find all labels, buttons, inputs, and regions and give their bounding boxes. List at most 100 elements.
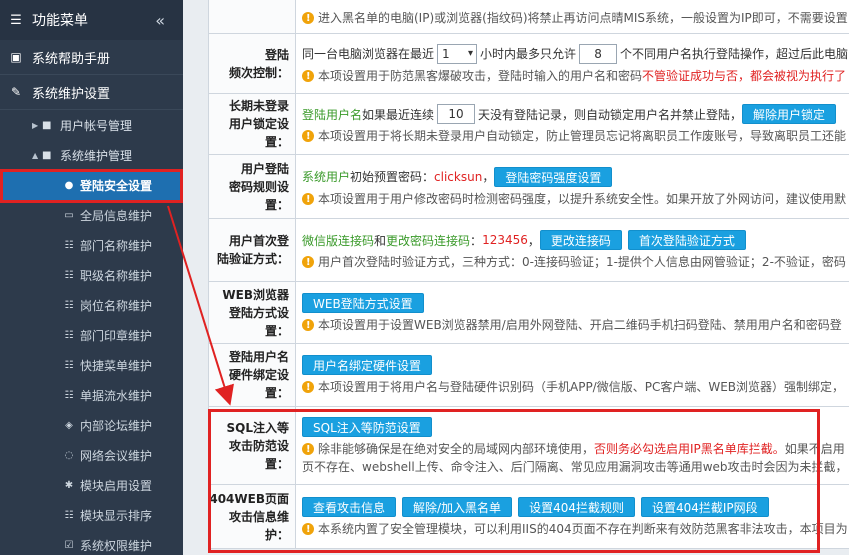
sql-injection-button[interactable]: SQL注入等防范设置 <box>302 416 432 437</box>
gear-icon: ✱ <box>64 479 74 491</box>
hint-text: 本系统内置了安全管理模块，可以利用IIS的404页面不存在判断来有效防范黑客非法… <box>318 521 848 536</box>
share-icon: ◈ <box>65 419 73 431</box>
blacklist-button[interactable]: 解除/加入黑名单 <box>402 496 513 517</box>
menu-icon: ☰ <box>10 12 22 28</box>
password-strength-button[interactable]: 登陆密码强度设置 <box>494 166 613 187</box>
label-line2: 攻击信息维护： <box>228 509 289 542</box>
sidebar-item-meeting[interactable]: ◌ 网络会议维护 <box>0 440 183 470</box>
row-login-frequency: 登陆 频次控制： 同一台电脑浏览器在最近 1 小时内最多只允许 8 个不同用户名… <box>209 34 849 94</box>
sidebar-item-label: 单据流水维护 <box>80 388 153 403</box>
wrench-icon: ✎ <box>10 85 22 99</box>
row-controls: 微信版连接码 和 更改密码连接码 ： 123456 ， 更改连接码 首次登陆验证… <box>302 229 849 251</box>
collapse-icon[interactable]: « <box>155 11 165 30</box>
hardware-binding-button[interactable]: 用户名绑定硬件设置 <box>302 355 433 375</box>
row-content: 同一台电脑浏览器在最近 1 小时内最多只允许 8 个不同用户名执行登陆操作，超过… <box>296 34 849 93</box>
sidebar-item-label: 快捷菜单维护 <box>80 358 153 373</box>
row-hint: 本系统内置了安全管理模块，可以利用IIS的404页面不存在判断来有效防范黑客非法… <box>302 520 849 539</box>
hint-text: 用户首次登陆时验证方式，三种方式：0-连接码验证；1-提供个人信息由网管验证；2… <box>318 255 846 269</box>
globe-icon: ● <box>64 179 74 191</box>
sidebar-item-post-name[interactable]: ☷ 岗位名称维护 <box>0 290 183 320</box>
row-controls: SQL注入等防范设置 <box>302 416 849 438</box>
list-icon: ☷ <box>64 389 74 401</box>
sidebar-item-module-order[interactable]: ☷ 模块显示排序 <box>0 500 183 530</box>
row-content: 微信版连接码 和 更改密码连接码 ： 123456 ， 更改连接码 首次登陆验证… <box>296 219 849 281</box>
row-hardware-binding: 登陆用户名 硬件绑定设置： 用户名绑定硬件设置 本项设置用于将用户名与登陆硬件识… <box>209 344 849 407</box>
label-line1: 404WEB页面 <box>209 491 289 506</box>
sidebar-item-login-security[interactable]: ● 登陆安全设置 <box>0 170 183 200</box>
sidebar-group-user-accounts[interactable]: ▶ ■ 用户帐号管理 <box>0 110 183 140</box>
label-line1: 用户登陆 <box>240 161 289 176</box>
text: ： <box>470 233 483 248</box>
hours-select[interactable]: 1 <box>437 43 478 64</box>
text: 小时内最多只允许 <box>480 47 577 61</box>
hint-warning: 否则务必勾选启用IP黑名单库拦截。 <box>594 441 785 456</box>
sidebar-item-dept-seal[interactable]: ☷ 部门印章维护 <box>0 320 183 350</box>
inactive-days-input[interactable]: 10 <box>437 104 476 124</box>
sidebar-item-shortcut-menu[interactable]: ☷ 快捷菜单维护 <box>0 350 183 380</box>
sidebar-item-help[interactable]: ▣ 系统帮助手册 <box>0 40 183 75</box>
bulb-icon <box>302 254 314 272</box>
sidebar-item-label: 系统维护设置 <box>32 86 111 102</box>
row-controls: 查看攻击信息 解除/加入黑名单 设置404拦截规则 设置404拦截IP网段 <box>302 496 849 518</box>
hint-warning: 不管验证成功与否，都会被视为执行了 <box>642 68 847 83</box>
404-ip-range-button[interactable]: 设置404拦截IP网段 <box>640 496 769 517</box>
row-hint: 本项设置用于防范黑客爆破攻击，登陆时输入的用户名和密码不管验证成功与否，都会被视… <box>302 67 849 86</box>
row-content: 用户名绑定硬件设置 本项设置用于将用户名与登陆硬件识别码（手机APP/微信版、P… <box>296 344 849 406</box>
web-login-method-button[interactable]: WEB登陆方式设置 <box>302 292 424 313</box>
label-line2: 频次控制： <box>228 65 289 80</box>
unlock-user-button[interactable]: 解除用户锁定 <box>742 104 837 124</box>
sidebar-item-module-enable[interactable]: ✱ 模块启用设置 <box>0 470 183 500</box>
text: 个不同用户名执行登陆操作，超过后此电脑 <box>620 47 849 61</box>
row-first-login: 用户首次登 陆验证方式： 微信版连接码 和 更改密码连接码 ： 123456 ，… <box>209 219 849 282</box>
sidebar-header: ☰ 功能菜单 « <box>0 0 183 40</box>
bulb-icon <box>302 317 314 335</box>
label-line1: 用户首次登 <box>228 234 289 248</box>
sidebar-item-doc-serial[interactable]: ☷ 单据流水维护 <box>0 380 183 410</box>
row-label: WEB浏览器 登陆方式设置： <box>209 282 296 343</box>
first-login-method-button[interactable]: 首次登陆验证方式 <box>627 230 746 250</box>
label-line2: 硬件绑定设置： <box>228 368 289 400</box>
row-content: 系统用户 初始预置密码： clicksun ， 登陆密码强度设置 本项设置用于用… <box>296 155 849 218</box>
row-hint-line2: 页不存在、webshell上传、命令注入、后门隔离、常见应用漏洞攻击等通用web… <box>302 458 849 476</box>
list-icon: ☷ <box>64 359 74 371</box>
row-404-attack: 404WEB页面 攻击信息维护： 查看攻击信息 解除/加入黑名单 设置404拦截… <box>209 485 849 549</box>
bulb-icon <box>302 441 314 459</box>
text: ， <box>527 233 540 248</box>
sidebar-item-rank-name[interactable]: ☷ 职级名称维护 <box>0 260 183 290</box>
sidebar-item-label: 全局信息维护 <box>80 208 153 223</box>
hint-text: 本项设置用于将用户名与登陆硬件识别码（手机APP/微信版、PC客户端、WEB浏览… <box>318 380 845 394</box>
change-code-button[interactable]: 更改连接码 <box>539 230 622 250</box>
sidebar-item-label: 部门印章维护 <box>80 328 153 343</box>
sidebar-item-maintenance[interactable]: ✎ 系统维护设置 <box>0 75 183 110</box>
row-sql-injection: SQL注入等 攻击防范设置： SQL注入等防范设置 除非能够确保是在绝对安全的局… <box>209 407 849 485</box>
check-icon: ☑ <box>64 539 74 551</box>
sidebar-item-label: 系统帮助手册 <box>32 51 111 67</box>
row-blacklist: 进入黑名单的电脑(IP)或浏览器(指纹码)将禁止再访问点晴MIS系统，一般设置为… <box>209 0 849 34</box>
text: 和 <box>374 233 387 248</box>
row-label: 404WEB页面 攻击信息维护： <box>209 485 296 548</box>
hint-text: 除非能够确保是在绝对安全的局域网内部环境使用， <box>318 441 595 456</box>
chat-icon: ◌ <box>64 449 74 461</box>
sidebar-item-forum[interactable]: ◈ 内部论坛维护 <box>0 410 183 440</box>
default-password: clicksun <box>434 169 483 184</box>
sidebar-title: 功能菜单 <box>32 13 88 29</box>
max-users-input[interactable]: 8 <box>579 43 618 64</box>
sidebar-group-system-maintenance[interactable]: ▲ ■ 系统维护管理 <box>0 140 183 170</box>
sidebar-item-dept-name[interactable]: ☷ 部门名称维护 <box>0 230 183 260</box>
label-line2: 密码规则设置： <box>228 179 289 212</box>
sidebar-item-permissions[interactable]: ☑ 系统权限维护 <box>0 530 183 555</box>
row-hint: 本项设置用于用户修改密码时检测密码强度，以提升系统安全性。如果开放了外网访问，建… <box>302 190 849 209</box>
row-controls: 同一台电脑浏览器在最近 1 小时内最多只允许 8 个不同用户名执行登陆操作，超过… <box>302 43 849 65</box>
text: 初始预置密码： <box>350 170 435 184</box>
row-content: 进入黑名单的电脑(IP)或浏览器(指纹码)将禁止再访问点晴MIS系统，一般设置为… <box>296 0 849 33</box>
label-line2: 用户锁定设置： <box>228 117 289 149</box>
hint-text: 页不存在、webshell上传、命令注入、后门隔离、常见应用漏洞攻击等通用web… <box>302 459 848 474</box>
sidebar-item-label: 内部论坛维护 <box>80 418 153 433</box>
monitor-icon: ▭ <box>64 209 74 221</box>
view-attacks-button[interactable]: 查看攻击信息 <box>302 496 397 517</box>
sidebar-item-global-info[interactable]: ▭ 全局信息维护 <box>0 200 183 230</box>
404-rules-button[interactable]: 设置404拦截规则 <box>518 496 635 517</box>
bulb-icon <box>302 68 314 86</box>
text: 系统用户 <box>302 170 351 184</box>
row-content: 登陆用户名 如果最近连续 10 天没有登陆记录，则自动锁定用户名并禁止登陆， 解… <box>296 94 849 154</box>
